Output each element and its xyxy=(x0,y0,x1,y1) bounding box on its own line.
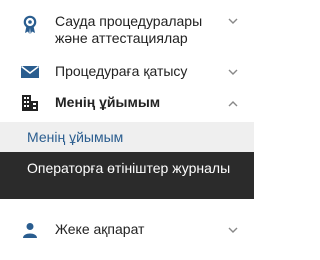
sidebar-item-my-organization[interactable]: Менің ұйымым xyxy=(0,91,254,115)
sidebar-item-trade-procedures[interactable]: Сауда процедуралары және аттестациялар xyxy=(0,10,254,50)
user-icon xyxy=(20,220,40,240)
award-icon xyxy=(20,15,40,35)
chevron-down-icon[interactable] xyxy=(226,223,240,237)
sidebar-item-label: Процедураға қатысу xyxy=(55,63,188,79)
sidebar-item-label: Сауда процедуралары және аттестациялар xyxy=(55,13,203,46)
sidebar-item-personal-info[interactable]: Жеке ақпарат xyxy=(0,218,254,242)
sidebar-menu: Сауда процедуралары және аттестациялар П… xyxy=(0,0,254,260)
chevron-down-icon[interactable] xyxy=(226,14,240,28)
envelope-icon xyxy=(20,62,40,82)
subitem-my-organization[interactable]: Менің ұйымым xyxy=(0,122,254,152)
sidebar-item-procedure-participation[interactable]: Процедураға қатысу xyxy=(0,60,254,84)
chevron-up-icon[interactable] xyxy=(226,96,240,110)
organization-icon xyxy=(20,93,40,113)
sidebar-item-label: Жеке ақпарат xyxy=(55,221,145,237)
sidebar-item-label: Менің ұйымым xyxy=(55,94,161,110)
chevron-down-icon[interactable] xyxy=(226,65,240,79)
subitem-label: Менің ұйымым xyxy=(27,129,124,145)
subitem-label: Операторға өтініштер журналы xyxy=(27,160,231,176)
subitem-operator-applications-journal[interactable]: Операторға өтініштер журналы xyxy=(0,152,254,199)
